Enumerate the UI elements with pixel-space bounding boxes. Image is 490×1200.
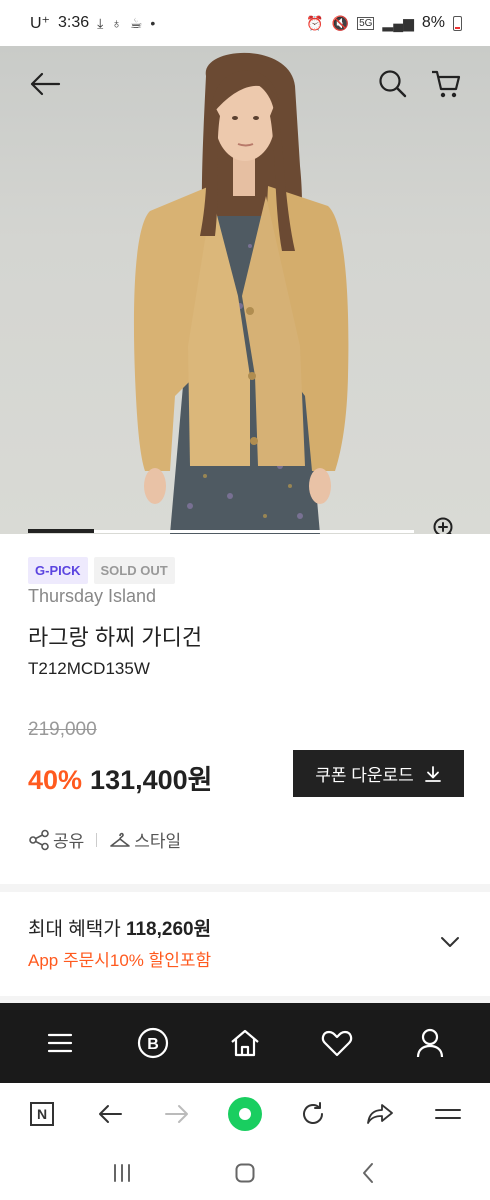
brand-b-letter: B bbox=[147, 1036, 159, 1053]
status-right: ⏰ 🔇 5G ▂▄▆ 8% bbox=[306, 14, 462, 32]
more-dot-icon: • bbox=[150, 15, 156, 31]
model-illustration bbox=[133, 52, 349, 534]
app-discount-note: App 주문시10% 할인포함 bbox=[28, 951, 212, 970]
signal-icon: ▂▄▆ bbox=[382, 14, 414, 31]
notification-icon: ♁ bbox=[111, 15, 122, 31]
person-icon bbox=[416, 1028, 443, 1058]
product-name: 라그랑 하찌 가디건 bbox=[28, 625, 203, 650]
arrow-right-icon bbox=[165, 1105, 189, 1123]
share-label: 공유 bbox=[53, 832, 85, 851]
battery-percent: 8% bbox=[421, 14, 445, 31]
cafe-icon: ☕ bbox=[129, 14, 143, 31]
style-label: 스타일 bbox=[134, 832, 182, 851]
coupon-download-label: 쿠폰 다운로드 bbox=[315, 766, 414, 785]
menu-icon bbox=[48, 1033, 73, 1053]
max-benefit-price: 118,260원 bbox=[125, 919, 212, 940]
image-slider-progress bbox=[28, 529, 94, 533]
cart-button[interactable] bbox=[424, 64, 468, 104]
green-dot-icon bbox=[227, 1097, 262, 1131]
zoom-button[interactable] bbox=[428, 512, 464, 534]
home-icon bbox=[231, 1029, 259, 1057]
naver-n-icon: N bbox=[30, 1102, 54, 1126]
alarm-icon: ⏰ bbox=[306, 14, 324, 31]
menu-button[interactable] bbox=[32, 1015, 88, 1071]
style-button[interactable]: 스타일 bbox=[109, 827, 181, 852]
arrow-left-icon bbox=[30, 72, 61, 96]
brand-b-icon: B bbox=[137, 1027, 168, 1059]
share-icon bbox=[29, 829, 49, 850]
share-button[interactable]: 공유 bbox=[28, 827, 84, 852]
refresh-button[interactable] bbox=[293, 1094, 333, 1134]
sale-price: 131,400원 bbox=[90, 765, 213, 795]
home-system-button[interactable] bbox=[225, 1153, 265, 1193]
browser-toolbar: N bbox=[0, 1083, 490, 1145]
download-icon bbox=[424, 765, 441, 782]
browser-menu-button[interactable] bbox=[428, 1094, 468, 1134]
discount-rate: 40% bbox=[28, 765, 83, 795]
system-nav-bar bbox=[0, 1145, 490, 1200]
coupon-download-button[interactable]: 쿠폰 다운로드 bbox=[293, 750, 464, 797]
home-square-icon bbox=[235, 1163, 255, 1182]
search-button[interactable] bbox=[372, 64, 414, 104]
action-divider bbox=[96, 832, 98, 847]
mypage-button[interactable] bbox=[402, 1015, 458, 1071]
section-divider bbox=[0, 996, 490, 1003]
back-button[interactable] bbox=[20, 64, 70, 104]
gpick-badge: G-PICK bbox=[28, 557, 88, 584]
heart-icon bbox=[322, 1030, 353, 1057]
hamburger-icon bbox=[434, 1109, 461, 1119]
product-code: T212MCD135W bbox=[28, 659, 150, 678]
wishlist-button[interactable] bbox=[309, 1015, 365, 1071]
back-system-button[interactable] bbox=[348, 1153, 388, 1193]
clock: 3:36 bbox=[58, 14, 90, 31]
forward-share-icon bbox=[367, 1104, 394, 1124]
brand-button[interactable]: B bbox=[125, 1015, 181, 1071]
product-image[interactable] bbox=[0, 46, 490, 534]
browser-share-button[interactable] bbox=[360, 1094, 400, 1134]
zoom-in-icon bbox=[433, 517, 453, 534]
arrow-left-icon bbox=[98, 1105, 122, 1123]
recent-apps-icon bbox=[113, 1163, 130, 1182]
battery-icon bbox=[453, 15, 462, 31]
download-icon: ⤓ bbox=[97, 14, 104, 31]
max-benefit-title: 최대 혜택가 118,260원 bbox=[28, 914, 211, 941]
action-row: 공유 스타일 bbox=[28, 827, 181, 852]
refresh-icon bbox=[302, 1102, 323, 1124]
search-icon bbox=[379, 70, 407, 98]
mute-icon: 🔇 bbox=[331, 14, 350, 31]
naver-green-button[interactable] bbox=[225, 1094, 265, 1134]
status-left: U⁺ 3:36 ⤓ ♁ ☕ • bbox=[30, 13, 155, 33]
browser-forward-button[interactable] bbox=[157, 1094, 197, 1134]
browser-back-button[interactable] bbox=[90, 1094, 130, 1134]
price-row: 40% 131,400원 bbox=[28, 758, 213, 797]
naver-home-button[interactable]: N bbox=[22, 1094, 62, 1134]
carrier-label: U⁺ bbox=[30, 15, 50, 32]
network-5g-icon: 5G bbox=[357, 16, 375, 30]
status-bar: U⁺ 3:36 ⤓ ♁ ☕ • ⏰ 🔇 5G ▂▄▆ 8% bbox=[0, 0, 490, 46]
chevron-left-icon bbox=[363, 1162, 374, 1183]
badge-row: G-PICK SOLD OUT bbox=[28, 557, 175, 584]
max-benefit-row[interactable]: 최대 혜택가 118,260원 App 주문시10% 할인포함 bbox=[0, 894, 490, 996]
brand-name[interactable]: Thursday Island bbox=[28, 586, 156, 607]
cart-icon bbox=[432, 70, 461, 98]
home-button[interactable] bbox=[217, 1015, 273, 1071]
recent-apps-button[interactable] bbox=[102, 1153, 142, 1193]
image-slider-track[interactable] bbox=[28, 529, 414, 533]
hanger-icon bbox=[110, 832, 131, 847]
soldout-badge: SOLD OUT bbox=[93, 557, 175, 584]
chevron-down-icon bbox=[441, 937, 459, 947]
original-price: 219,000 bbox=[28, 719, 97, 740]
max-benefit-label: 최대 혜택가 bbox=[28, 919, 126, 940]
section-divider bbox=[0, 884, 490, 892]
site-bottom-nav: B bbox=[0, 1003, 490, 1083]
